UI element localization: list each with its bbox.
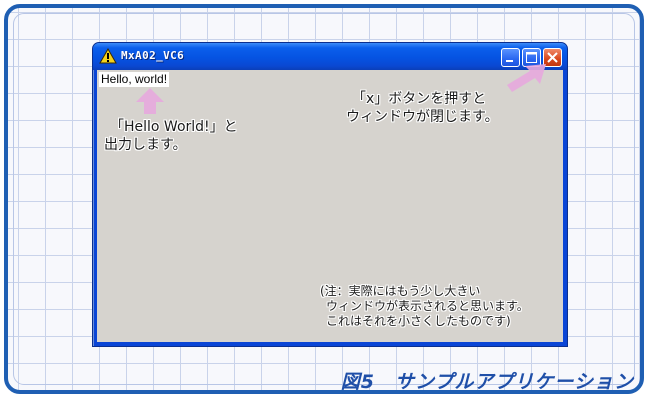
arrow-to-hello [136, 88, 164, 114]
close-note-line-1: 「x」ボタンを押すと [352, 91, 487, 107]
hello-note: 「Hello World!」と 出力します。 [104, 118, 238, 154]
warning-icon [99, 48, 117, 64]
size-note: (注：実際にはもう少し大きい ウィンドウが表示されると思います。 これはそれを小… [320, 284, 529, 329]
window-title: MxA02_VC6 [121, 49, 185, 62]
size-note-line-1: (注：実際にはもう少し大きい [320, 284, 481, 298]
hello-text: Hello, world! [99, 72, 170, 87]
arrow-to-close [507, 64, 546, 92]
hello-note-line-2: 出力します。 [104, 137, 187, 153]
close-note: 「x」ボタンを押すと ウィンドウが閉じます。 [346, 90, 499, 126]
size-note-line-3: これはそれを小さくしたものです) [326, 314, 511, 328]
size-note-line-2: ウィンドウが表示されると思います。 [326, 299, 529, 313]
title-bar[interactable]: MxA02_VC6 [93, 43, 567, 70]
hello-note-line-1: 「Hello World!」と [110, 119, 238, 135]
figure-caption: 図5 サンプルアプリケーション [340, 371, 634, 393]
close-note-line-2: ウィンドウが閉じます。 [346, 109, 499, 125]
